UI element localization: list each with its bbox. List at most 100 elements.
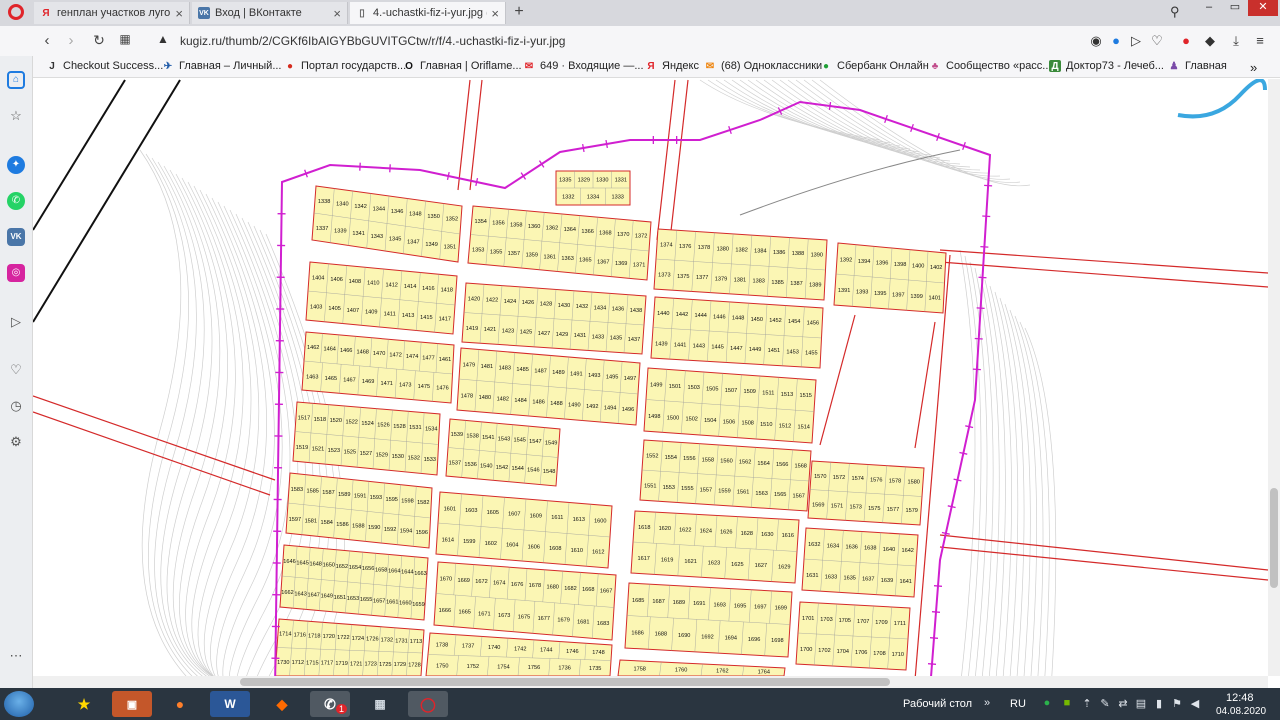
nvidia-icon[interactable]: ■ [1060,697,1074,709]
presentation-app-icon[interactable]: ▣ [112,691,152,717]
messenger-icon[interactable]: ✦ [7,156,25,174]
parcel-block[interactable] [467,205,652,281]
parcel-block[interactable] [433,561,617,641]
heart-icon[interactable]: ♡ [1149,33,1165,49]
forward-button[interactable]: › [62,32,80,49]
language-indicator[interactable]: RU [1010,698,1026,710]
parcel-number: 1635 [843,575,855,581]
tab-image[interactable]: ▯ 4.-uchastki-fiz-i-yur.jpg (28 × [350,2,506,24]
bookmark-glavnaya[interactable]: ♟ Главная [1168,60,1227,72]
heart-icon[interactable]: ♡ [7,361,25,379]
parcel-block[interactable] [650,296,824,369]
bookmark-star-icon[interactable]: ☆ [7,107,25,125]
close-icon[interactable]: × [491,6,499,21]
bookmark-lk[interactable]: ✈ Главная – Личный... [162,60,282,72]
camera-icon[interactable]: ◉ [1088,33,1104,49]
parcel-number: 1614 [442,537,454,543]
app-icon[interactable]: ◆ [262,691,302,717]
parcel-number: 1600 [594,519,606,525]
menu-icon[interactable]: ≡ [1252,33,1268,48]
parcel-number: 1394 [858,259,870,265]
parcel-number: 1504 [704,418,716,424]
adblock-icon[interactable]: ● [1178,33,1194,48]
sync-icon[interactable]: ⇄ [1116,697,1130,710]
parcel-number: 1491 [570,371,582,377]
more-icon[interactable]: ⋯ [7,647,25,665]
bookmark-yandex[interactable]: Я Яндекс [645,60,699,72]
url-field[interactable]: kugiz.ru/thumb/2/CGKf6IbAIGYBbGUVITGCtw/… [180,34,565,48]
reload-button[interactable]: ↻ [90,32,108,49]
history-icon[interactable]: ◷ [7,397,25,415]
border-tick [953,478,962,482]
flag-icon[interactable]: ⚑ [1170,697,1184,710]
minimize-button[interactable]: – [1196,0,1222,16]
back-button[interactable]: ‹ [38,32,56,49]
calculator-icon[interactable]: ▦ [360,691,400,717]
maximize-button[interactable]: ▭ [1222,0,1248,16]
bookmarks-overflow-icon[interactable]: » [1250,60,1257,75]
site-plan-image[interactable]: 1338 1340 1342 1344 1346 1348 1350 1352 1337 1339… [33,79,1268,676]
download-icon[interactable]: ⤓ [1228,33,1244,49]
instagram-icon[interactable]: ◎ [7,264,25,282]
vertical-scroll-thumb[interactable] [1270,488,1278,588]
vk-icon[interactable]: VK [7,228,25,246]
horizontal-scroll-thumb[interactable] [240,678,890,686]
tab-vkontakte[interactable]: VK Вход | ВКонтакте × [192,2,348,24]
home-icon[interactable]: ⌂ [7,71,25,89]
search-tabs-icon[interactable]: ⚲ [1170,4,1180,20]
clock-date[interactable]: 04.08.2020 [1216,706,1266,717]
wallet-icon[interactable]: ◆ [1202,33,1218,49]
bookmark-community[interactable]: ♣ Сообщество «расс... [929,60,1052,72]
bookmark-odnoklassniki[interactable]: ✉ (68) Одноклассники [704,60,822,72]
boundary-line [914,321,936,449]
parcel-number: 1688 [655,632,667,638]
parcel-number: 1708 [873,651,885,657]
whatsapp-icon[interactable]: ✆ [7,192,25,210]
bookmark-sberbank[interactable]: ● Сбербанк Онлайн [820,60,929,72]
bookmark-doctor73[interactable]: Д Доктор73 - Лечеб... [1049,60,1164,72]
verified-icon[interactable]: ● [1108,33,1124,48]
send-icon[interactable]: ▷ [7,313,25,331]
tray-app-icon[interactable]: ● [1040,697,1054,709]
start-button[interactable] [4,691,34,717]
mail-icon: ✉ [524,60,534,72]
battery-icon[interactable]: ▮ [1152,697,1166,710]
bookmark-checkout[interactable]: J Checkout Success... [46,60,163,72]
parcel-block[interactable] [425,632,613,676]
volume-icon[interactable]: ◀ [1188,697,1202,710]
parcel-number: 1510 [760,422,772,428]
network-icon[interactable]: ▤ [1134,697,1148,710]
parcel-number: 1534 [425,427,437,433]
bookmark-oriflame[interactable]: O Главная | Oriflame... [403,60,521,72]
bookmark-mail[interactable]: ✉ 649 · Входящие —... [523,60,644,72]
send-icon[interactable]: ▷ [1128,33,1144,49]
parcel-block[interactable] [292,401,441,476]
parcel-number: 1392 [840,257,852,263]
tray-arrow-icon[interactable]: ⇡ [1080,697,1094,710]
close-window-button[interactable]: ✕ [1248,0,1278,16]
parcel-number: 1665 [458,610,470,616]
tab-genplan[interactable]: Я генплан участков луговое × [34,2,190,24]
opera-taskbar-icon[interactable]: ◯ [408,691,448,717]
toolbar-expand-icon[interactable]: » [980,697,994,709]
close-icon[interactable]: × [333,6,341,21]
parcel-number: 1529 [376,453,388,459]
clock-time[interactable]: 12:48 [1226,692,1254,704]
parcel-number: 1672 [475,579,487,585]
bookmark-gosuslugi[interactable]: ● Портал государств... [284,60,406,72]
image-viewport[interactable]: 1338 1340 1342 1344 1346 1348 1350 1352 1337 1339… [33,79,1268,676]
speed-dial-icon[interactable]: ▦ [116,32,134,46]
settings-icon[interactable]: ⚙ [7,433,25,451]
close-icon[interactable]: × [175,6,183,21]
word-icon[interactable]: W [210,691,250,717]
mouse-icon[interactable]: ✎ [1098,697,1112,710]
insecure-warning-icon[interactable]: ▲ [157,32,169,46]
parcel-number: 1720 [323,634,335,640]
parcel-block[interactable] [833,242,947,314]
firefox-icon[interactable]: ● [160,691,200,717]
new-tab-button[interactable]: + [510,4,528,22]
desktop-toolbar-label[interactable]: Рабочий стол [903,698,972,710]
favorites-star-icon[interactable]: ★ [64,691,104,717]
opera-menu-icon[interactable] [8,4,24,20]
parcel-number: 1475 [418,384,430,390]
